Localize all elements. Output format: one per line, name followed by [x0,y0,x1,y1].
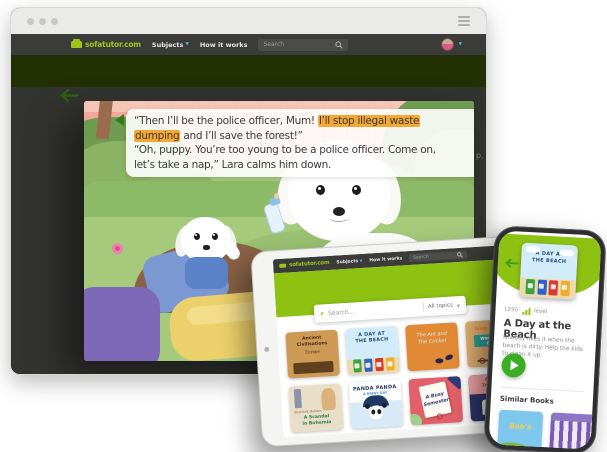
similar-book-cover-purple[interactable] [549,412,595,449]
story-text-box: “Then I’ll be the police officer, Mum! I… [126,109,474,177]
topics-filter[interactable]: All topics [428,302,453,310]
dog-mouth [329,213,349,222]
site-navbar: sofatutor.com Subjects▼ How it works Sea… [11,34,486,55]
chevron-down-icon[interactable]: ▼ [459,42,462,47]
cloud-art [526,246,540,253]
window-controls[interactable] [27,18,58,25]
tablet-camera [264,346,269,351]
book-cover-a-scandal-in-bohemia[interactable]: Sherlock Holmes A Scandalin Bohemia [289,383,344,432]
sofatutor-logo[interactable]: sofatutor.com [71,40,141,49]
highlighted-text: dumping [134,130,180,142]
chevron-down-icon: ▼ [185,42,188,47]
search-placeholder: Search [413,254,429,260]
nav-subjects[interactable]: Subjects▼ [152,41,189,49]
dimmed-page-header [11,55,486,87]
window-dot-icon[interactable] [39,18,46,25]
book-cover-ancient-civilisations[interactable]: AncientCivilisations Europe [285,330,340,379]
story-paragraph: “Then I’ll be the police officer, Mum! I… [134,114,474,143]
level-row: L290 level [504,307,547,316]
search-input[interactable]: Search [409,250,467,262]
cover-art [436,413,443,420]
cover-art [408,414,422,426]
dog-eye [316,185,325,195]
pillow [84,287,160,361]
audio-play-triangle-icon[interactable] [115,114,124,126]
similar-book-cover-bobs[interactable]: Bob’s [497,410,543,450]
cover-art [479,358,485,364]
dog-nose [203,245,210,250]
dog-eye [194,233,200,240]
cover-art [293,361,334,374]
user-avatar[interactable] [441,38,454,51]
dog-eye [352,185,361,195]
chevron-down-icon: ▼ [457,303,460,308]
recycling-bins-art [519,279,576,297]
highlighted-text: I’ll stop illegal waste [318,115,420,127]
flower [112,243,123,254]
cloud-art [559,250,573,257]
search-icon [335,41,343,49]
chevron-down-icon: ▼ [360,259,363,263]
book-cover-a-day-at-the-beach[interactable]: A DAY ATTHE BEACH [345,326,400,375]
puppy-shirt [185,257,228,289]
bottle-teat [274,193,279,199]
book-cover-a-day-at-the-beach[interactable]: A DAY ATTHE BEACH [519,243,578,300]
book-cover-a-busy-semester[interactable]: A BusySemester [408,376,463,425]
similar-books-row: Bob’s [497,410,595,450]
couch-icon [71,41,82,48]
window-dot-icon[interactable] [51,18,58,25]
logo-text: sofatutor.com [85,40,141,49]
book-cover-the-ant-and-the-cricket[interactable]: The Ant andThe Cricket [405,322,460,371]
divider [423,302,425,312]
story-paragraph: “Oh, puppy. You’re too young to be a pol… [134,143,474,172]
phone-screen: A DAY ATTHE BEACH L290 level A Day at th… [488,230,601,449]
search-input[interactable]: Search [258,39,348,51]
phone-device: A DAY ATTHE BEACH L290 level A Day at th… [483,225,607,452]
nav-subjects[interactable]: Subjects▼ [336,258,362,265]
hamburger-menu-icon[interactable] [458,16,470,26]
level-bars-icon [522,308,530,315]
back-arrow-icon[interactable] [59,88,81,107]
search-icon: ⌕ [320,309,324,318]
cover-art [294,389,302,408]
nav-how-it-works[interactable]: How it works [200,41,248,49]
dog-eye [212,233,218,240]
marketing-canvas: sofatutor.com Subjects▼ How it works Sea… [0,0,607,452]
lexile-code: L290 [504,307,518,314]
search-placeholder: Search... [328,304,419,317]
sofatutor-logo[interactable]: sofatutor.com [279,260,330,269]
similar-books-heading: Similar Books [500,395,554,406]
nav-how-it-works[interactable]: How it works [369,256,402,263]
search-icon [457,252,463,258]
back-arrow-icon[interactable] [505,253,520,273]
cover-art [497,441,532,449]
cover-art [551,412,595,422]
dimmed-text-fragment: p. [476,151,484,160]
book-cover-panda-panda[interactable]: PANDA PANDA A RAINY DAY [349,380,404,429]
play-button[interactable] [501,353,526,378]
window-dot-icon[interactable] [27,18,34,25]
cover-art [321,388,336,411]
level-label: level [534,309,547,316]
search-placeholder: Search [263,41,284,48]
browser-chrome [11,8,486,34]
cover-art [444,353,453,361]
divider [500,387,584,392]
cover-art [435,358,443,363]
couch-icon [279,263,286,268]
